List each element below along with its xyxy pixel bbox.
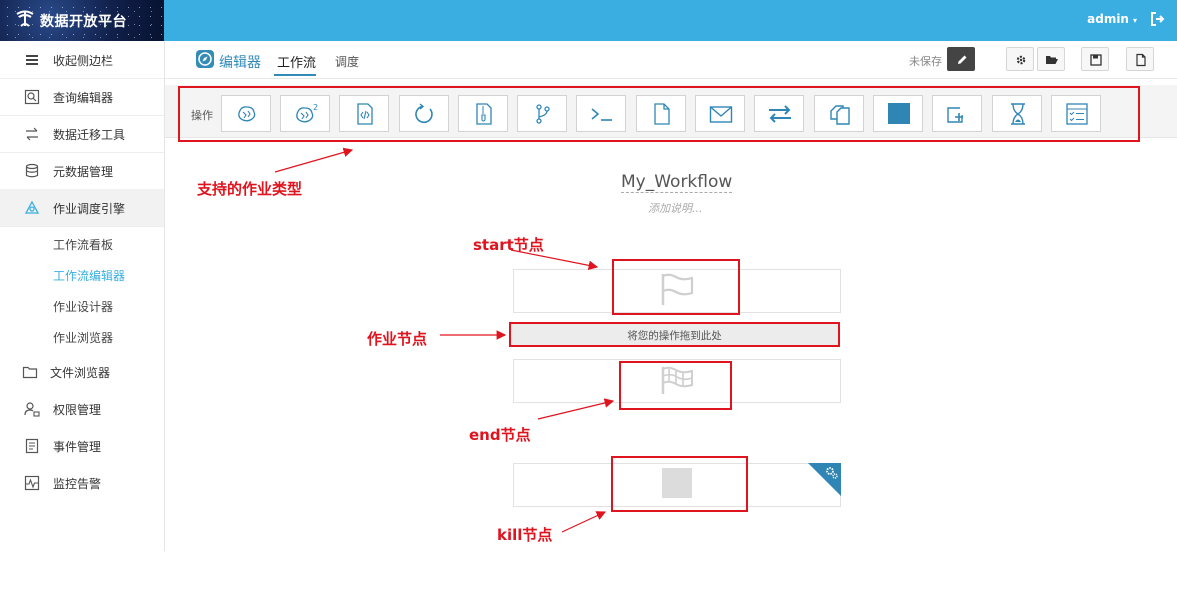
annotation-arrows bbox=[274, 147, 615, 533]
arrow-end-node bbox=[537, 398, 615, 420]
arrow-start-node bbox=[510, 249, 599, 271]
arrow-job-types bbox=[274, 147, 354, 173]
arrow-kill-node bbox=[561, 511, 607, 533]
